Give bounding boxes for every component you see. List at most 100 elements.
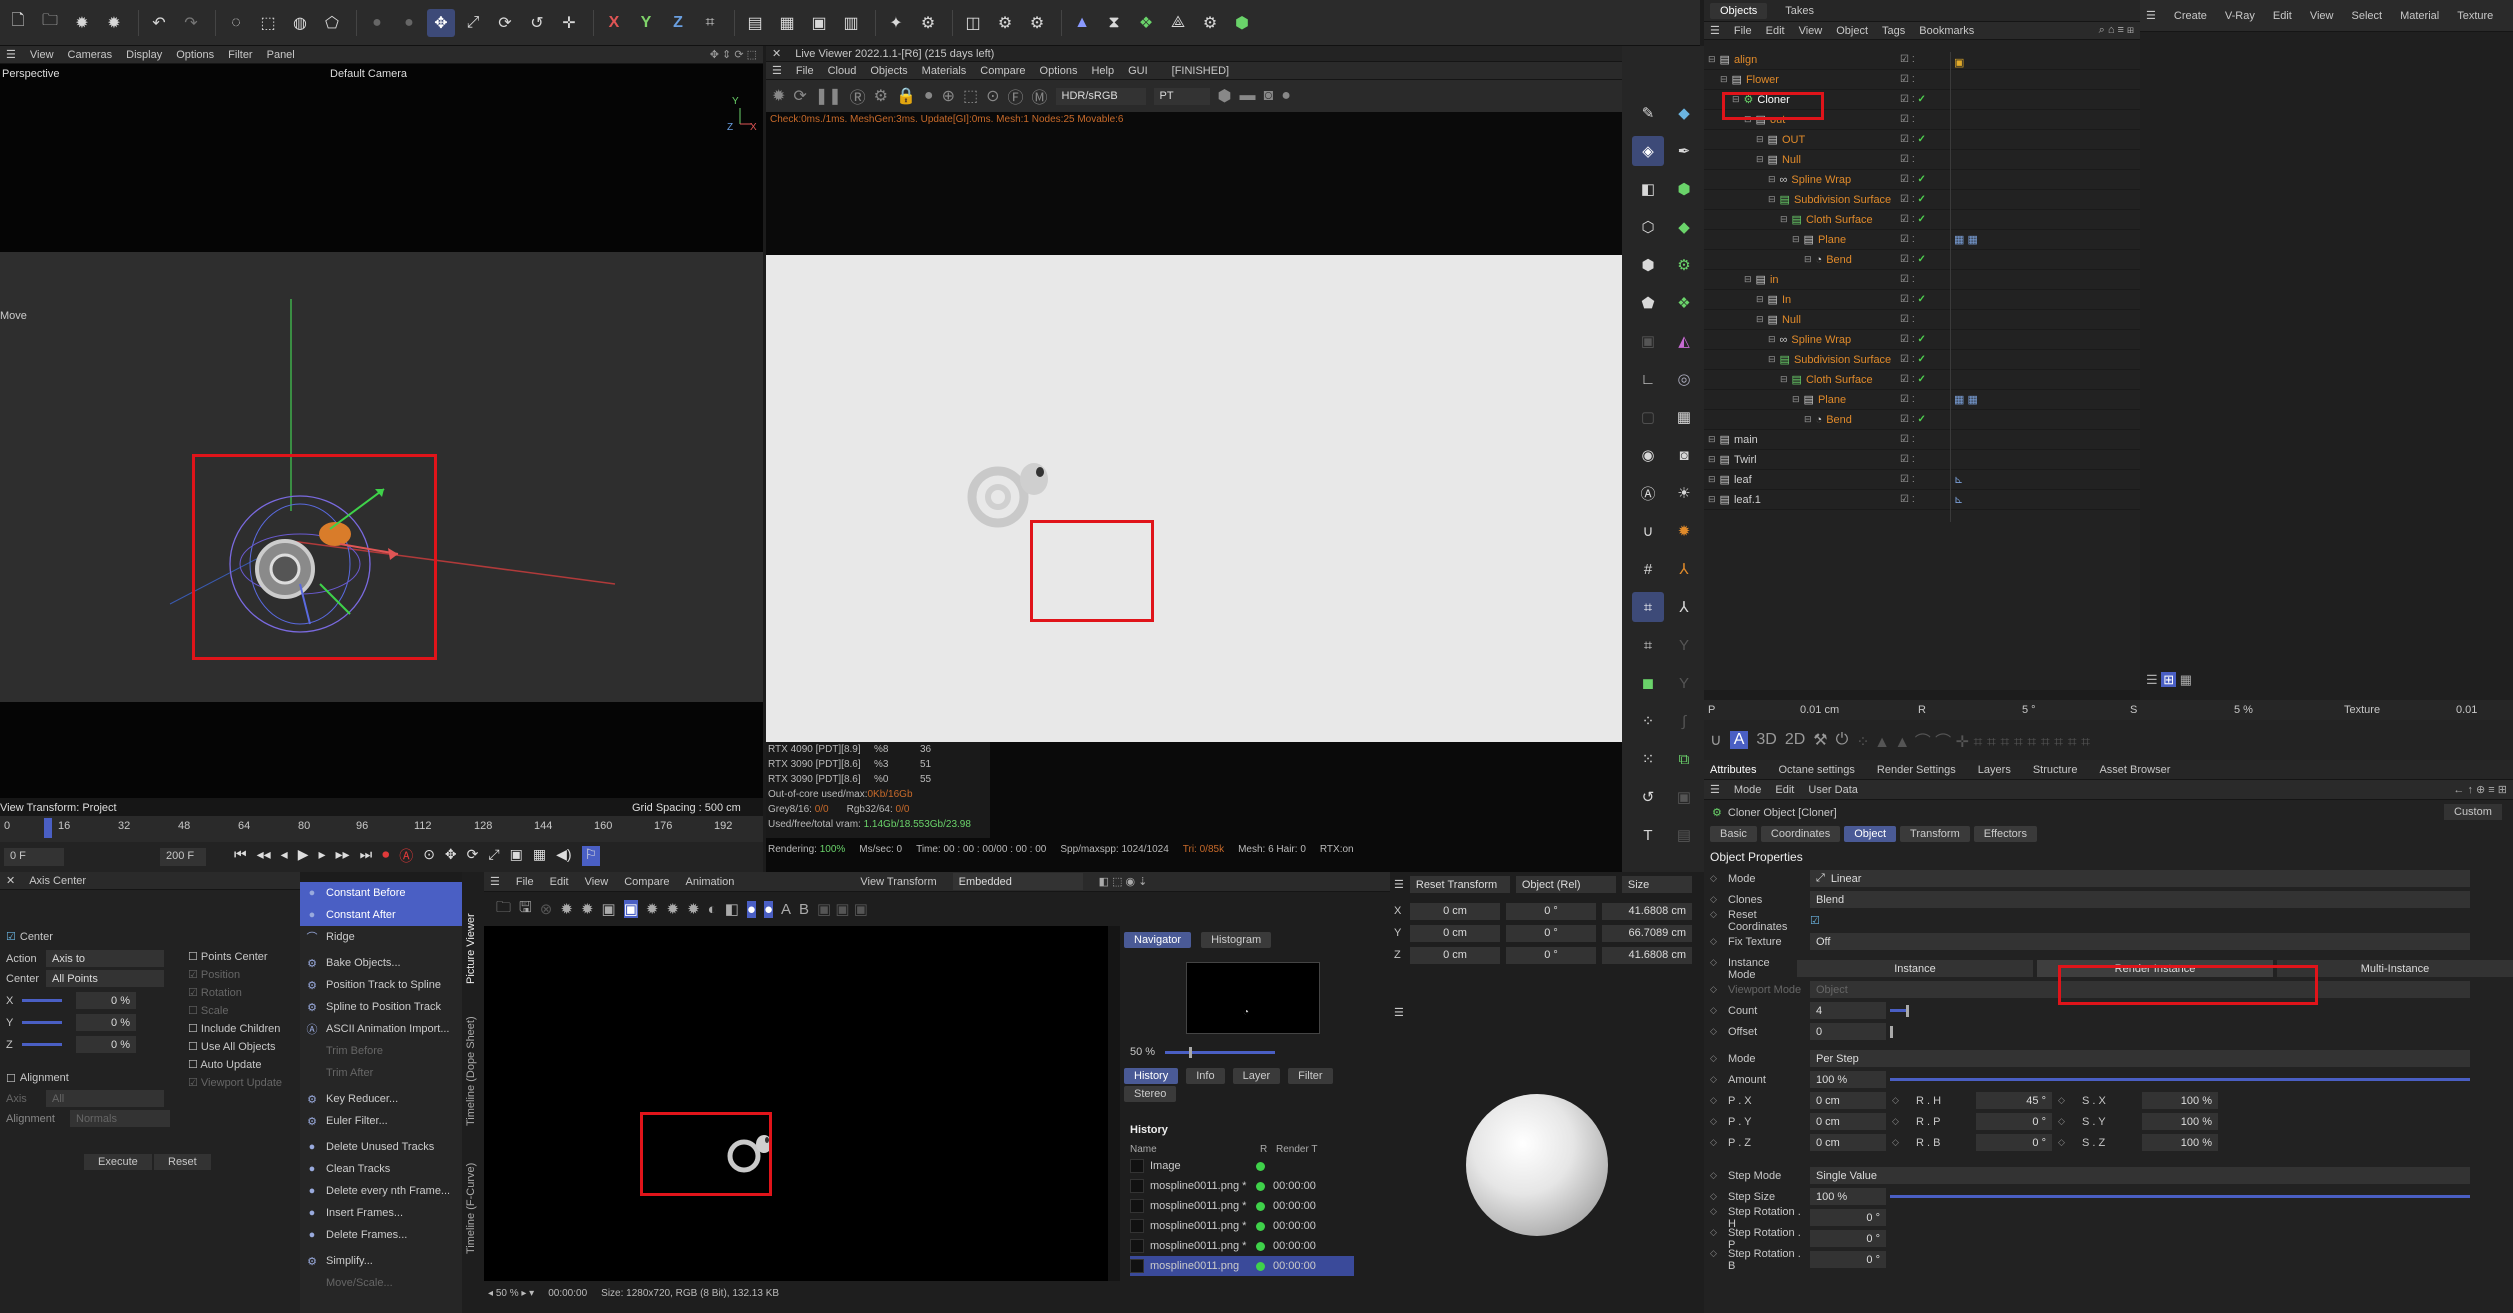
use-all-option[interactable]: ☐ Use All Objects [188, 1040, 282, 1053]
side-tab-dope-sheet[interactable]: Timeline (Dope Sheet) [465, 996, 477, 1126]
lock-icon[interactable]: 🔒 [896, 86, 916, 106]
object-flags[interactable]: ☑ ⁚ [1900, 54, 1915, 65]
2d-icon[interactable]: 2D [1785, 731, 1805, 749]
rotate-icon[interactable]: ⟳ [491, 9, 519, 37]
magnet-tool-icon[interactable]: ∪ [1710, 730, 1722, 750]
count-field[interactable]: 4 [1810, 1002, 1886, 1019]
object-row[interactable]: ⊟ ∞ Spline Wrap ☑ ⁚ ✓ [1704, 170, 2140, 190]
size-select[interactable]: Size [1621, 876, 1692, 893]
rp-field[interactable]: 0 ° [1976, 1113, 2052, 1130]
pos-y-field[interactable]: 0 cm [1410, 924, 1500, 942]
size-y-field[interactable]: 66.7089 cm [1602, 924, 1692, 942]
sphere-icon-2[interactable]: ● [395, 9, 423, 37]
pv-sun2-icon[interactable]: ✹ [666, 900, 679, 918]
object-row[interactable]: ⊟ ▤ Flower ☑ ⁚ [1704, 70, 2140, 90]
rot-x-field[interactable]: 0 ° [1506, 902, 1596, 920]
subtab-coordinates[interactable]: Coordinates [1760, 826, 1841, 842]
p-field[interactable]: 0.01 cm [1800, 704, 1839, 716]
expand-icon[interactable]: ⊟ [1804, 254, 1812, 265]
render-icon[interactable]: ✹ [100, 9, 128, 37]
context-menu-item[interactable]: Ⓐ ASCII Animation Import... [300, 1018, 462, 1040]
expand-icon[interactable]: ⊟ [1792, 394, 1800, 405]
object-row[interactable]: ⊟ ▤ main ☑ ⁚ [1704, 430, 2140, 450]
object-flags[interactable]: ☑ ⁚ [1900, 314, 1915, 325]
ik-icon[interactable]: ⅄ [1668, 592, 1700, 622]
deform-icon[interactable]: ⧗ [1100, 9, 1128, 37]
pos-x-field[interactable]: 0 cm [1410, 902, 1500, 920]
object-flags[interactable]: ☑ ⁚ [1900, 154, 1915, 165]
z-field[interactable]: 0 % [76, 1036, 136, 1053]
deformer-icon[interactable]: ◭ [1668, 326, 1700, 356]
lv-menu-compare[interactable]: Compare [980, 65, 1025, 77]
include-children-option[interactable]: ☐ Include Children [188, 1022, 282, 1035]
pv-view-icons[interactable]: ◧ ⬚ ◉ ⇣ [1099, 875, 1148, 888]
context-menu-item[interactable]: ⌒ Ridge [300, 926, 462, 948]
object-row[interactable]: ⊟ ▤ out ☑ ⁚ [1704, 110, 2140, 130]
color-space-select[interactable]: HDR/sRGB [1055, 87, 1146, 105]
expand-icon[interactable]: ⊟ [1804, 414, 1812, 425]
tab-render-settings[interactable]: Render Settings [1877, 764, 1956, 776]
y-field[interactable]: 0 % [76, 1014, 136, 1031]
render-region-icon[interactable]: Ⓡ [850, 84, 866, 108]
view-transform-select[interactable]: Embedded [952, 873, 1083, 890]
reset-transform-button[interactable]: Reset Transform [1409, 876, 1510, 893]
size-z-field[interactable]: 41.6808 cm [1602, 946, 1692, 964]
grey-box-icon[interactable]: ▣ [1668, 782, 1700, 812]
pv-compare-icon[interactable]: ◧ [725, 900, 739, 918]
camera-icon[interactable]: ◙ [1668, 440, 1700, 470]
object-flags[interactable]: ☑ ⁚ [1900, 114, 1915, 125]
play-icon[interactable]: ▶ [298, 846, 309, 866]
pv-frame-icon[interactable]: ▣ [602, 900, 616, 918]
cube-green2-icon[interactable]: ◆ [1668, 212, 1700, 242]
context-menu-item[interactable]: ⚙ Simplify... [300, 1250, 462, 1272]
execute-button[interactable]: Execute [84, 1154, 152, 1170]
history-row[interactable]: Image [1130, 1156, 1354, 1176]
pv-zoom-field[interactable]: ◂ 50 % ▸ ▾ [488, 1288, 534, 1299]
object-row[interactable]: ⊟ ▤ Null ☑ ⁚ [1704, 150, 2140, 170]
object-flags[interactable]: ☑ ⁚ ✓ [1900, 374, 1926, 385]
s-field[interactable]: 5 % [2234, 704, 2253, 716]
gear-icon[interactable]: ⚙ [1023, 9, 1051, 37]
object-tag-icon[interactable]: ⊾ [1954, 473, 1963, 486]
object-flags[interactable]: ☑ ⁚ [1900, 494, 1915, 505]
close-icon[interactable]: ✕ [6, 874, 15, 887]
mat-menu-create[interactable]: Create [2174, 10, 2207, 22]
render-queue-icon[interactable]: ▥ [837, 9, 865, 37]
expand-icon[interactable]: ⊟ [1708, 494, 1716, 505]
sound-icon[interactable]: ◀) [556, 846, 571, 866]
context-menu-item[interactable]: ● Constant Before [300, 882, 462, 904]
menu-icon[interactable]: ☰ [490, 875, 500, 888]
mat-menu-texture[interactable]: Texture [2457, 10, 2493, 22]
step-rot-h-field[interactable]: 0 ° [1810, 1209, 1886, 1226]
octane-icon[interactable]: ✹ [772, 86, 785, 106]
y-axis-icon[interactable]: Y [632, 9, 660, 37]
sun-orange-icon[interactable]: ✹ [1668, 516, 1700, 546]
pen-icon[interactable]: ✒ [1668, 136, 1700, 166]
poly-selection-icon[interactable]: ⬠ [318, 9, 346, 37]
texture-field[interactable]: 0.01 [2456, 704, 2477, 716]
object-flags[interactable]: ☑ ⁚ ✓ [1900, 134, 1926, 145]
wrench-icon[interactable]: ⚒ [1813, 730, 1827, 750]
py-field[interactable]: 0 cm [1810, 1113, 1886, 1130]
lv-menu-help[interactable]: Help [1091, 65, 1114, 77]
region-icon[interactable]: ⬚ [963, 86, 978, 106]
object-flags[interactable]: ☑ ⁚ [1900, 394, 1915, 405]
expand-icon[interactable]: ⊟ [1780, 214, 1788, 225]
render-canvas[interactable] [766, 255, 1622, 742]
tab-layer[interactable]: Layer [1232, 1068, 1281, 1084]
auto-update-option[interactable]: ☐ Auto Update [188, 1058, 282, 1071]
mat-menu-edit[interactable]: Edit [2273, 10, 2292, 22]
pv-b-button[interactable]: B [799, 901, 809, 918]
history-row[interactable]: mospline0011.png * 00:00:00 [1130, 1196, 1354, 1216]
count-slider-knob[interactable] [1906, 1004, 1909, 1017]
object-row[interactable]: ⊟ ▤ In ☑ ⁚ ✓ [1704, 290, 2140, 310]
object-flags[interactable]: ☑ ⁚ ✓ [1900, 194, 1926, 205]
context-menu-item[interactable]: ⚙ Key Reducer... [300, 1088, 462, 1110]
lv-menu-cloud[interactable]: Cloud [828, 65, 857, 77]
object-row[interactable]: ⊟ ▤ Twirl ☑ ⁚ [1704, 450, 2140, 470]
object-row[interactable]: ⊟ ▤ leaf ☑ ⁚ ⊾ [1704, 470, 2140, 490]
search-icon[interactable]: ⌕ ⌂ ≡ ⊞ [2099, 24, 2134, 37]
x-slider[interactable] [22, 999, 62, 1002]
instance-option[interactable]: Instance [1797, 960, 2033, 977]
pv-menu-edit[interactable]: Edit [550, 876, 569, 888]
